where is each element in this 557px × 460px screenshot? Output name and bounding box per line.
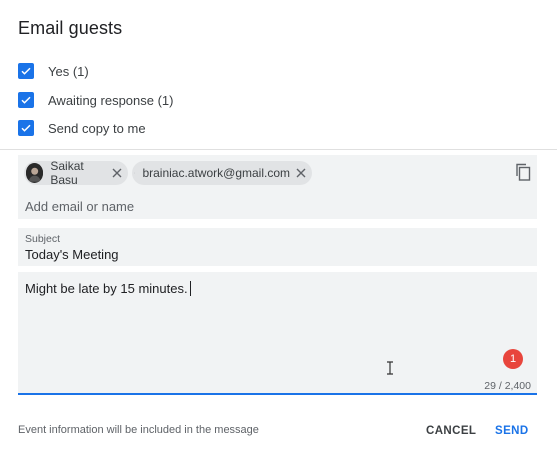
- subject-label: Subject: [25, 233, 61, 245]
- dialog-title: Email guests: [18, 18, 123, 38]
- send-copy-checkbox[interactable]: [18, 120, 34, 136]
- text-caret: [189, 281, 191, 296]
- filter-awaiting-row[interactable]: Awaiting response (1): [18, 91, 174, 109]
- close-icon[interactable]: [112, 168, 122, 178]
- send-copy-label: Send copy to me: [48, 120, 146, 136]
- guest-chip-label: Saikat Basu: [50, 159, 84, 187]
- text-cursor-icon: [386, 361, 394, 380]
- photo-avatar: [26, 163, 44, 183]
- recipients-field: Saikat Basu brainiac.atwork@gmail.com: [18, 155, 537, 219]
- subject-field[interactable]: Subject Today's Meeting: [18, 228, 537, 266]
- check-icon: [21, 96, 31, 104]
- filter-awaiting-checkbox[interactable]: [18, 92, 34, 108]
- filter-yes-label: Yes (1): [48, 63, 89, 79]
- char-counter: 29 / 2,400: [484, 380, 531, 392]
- guest-chip-label: brainiac.atwork@gmail.com: [142, 166, 290, 180]
- email-guests-dialog: Email guests Yes (1) Awaiting response (…: [0, 0, 557, 460]
- divider: [0, 149, 557, 150]
- message-body-field[interactable]: Might be late by 15 minutes. 1 29 / 2,40…: [18, 272, 537, 395]
- check-icon: [21, 67, 31, 75]
- send-copy-row[interactable]: Send copy to me: [18, 119, 146, 137]
- send-button[interactable]: SEND: [487, 418, 537, 444]
- guest-chip[interactable]: Saikat Basu: [24, 159, 128, 187]
- notification-badge: 1: [503, 349, 523, 369]
- copy-icon[interactable]: [515, 163, 531, 186]
- check-icon: [21, 124, 31, 132]
- close-icon[interactable]: [296, 168, 306, 178]
- person-icon: [134, 163, 136, 183]
- message-body-text[interactable]: Might be late by 15 minutes.: [25, 281, 191, 296]
- avatar-photo-icon: [26, 164, 44, 182]
- filter-yes-row[interactable]: Yes (1): [18, 62, 89, 80]
- filter-yes-checkbox[interactable]: [18, 63, 34, 79]
- message-body-value: Might be late by 15 minutes.: [25, 281, 188, 296]
- add-guest-input[interactable]: [25, 197, 505, 215]
- filter-awaiting-label: Awaiting response (1): [48, 92, 174, 108]
- cancel-button[interactable]: CANCEL: [418, 418, 484, 444]
- guest-chip[interactable]: brainiac.atwork@gmail.com: [132, 161, 312, 185]
- footer-note: Event information will be included in th…: [18, 424, 259, 436]
- subject-value[interactable]: Today's Meeting: [25, 247, 119, 262]
